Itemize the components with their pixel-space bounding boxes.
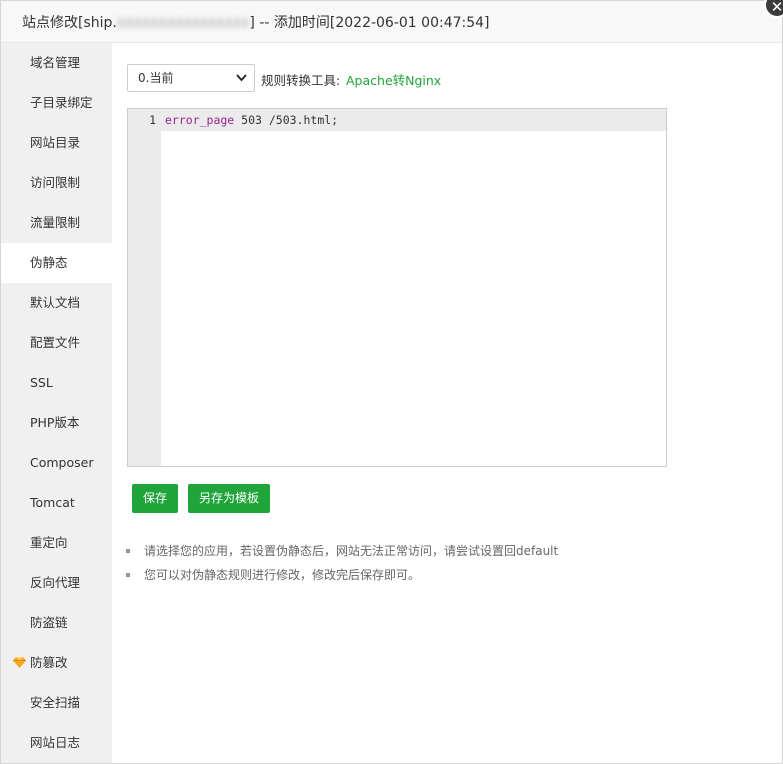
sidebar-item-hotlink[interactable]: 防盗链 bbox=[1, 603, 112, 643]
title-prefix: 站点修改[ship. bbox=[22, 15, 117, 31]
sidebar-item-reverse-proxy[interactable]: 反向代理 bbox=[1, 563, 112, 603]
sidebar-item-php-version[interactable]: PHP版本 bbox=[1, 403, 112, 443]
sidebar-item-tamper-proof[interactable]: 防篡改 bbox=[1, 643, 112, 683]
sidebar-item-label: 反向代理 bbox=[30, 575, 81, 590]
sidebar-item-tomcat[interactable]: Tomcat bbox=[1, 483, 112, 523]
sidebar-item-rewrite[interactable]: 伪静态 bbox=[1, 243, 112, 283]
title-blurred-domain: xxxxxxxxxxxxxxxx bbox=[116, 15, 250, 31]
gem-icon bbox=[13, 657, 26, 668]
sidebar-item-label: 子目录绑定 bbox=[30, 95, 93, 110]
sidebar-item-label: 域名管理 bbox=[30, 55, 81, 70]
rule-convert-label: 规则转换工具: bbox=[261, 73, 341, 88]
sidebar-item-label: 配置文件 bbox=[30, 335, 81, 350]
chevron-down-icon bbox=[236, 65, 247, 101]
sidebar-item-site-log[interactable]: 网站日志 bbox=[1, 723, 112, 763]
dialog-title: 站点修改[ship.xxxxxxxxxxxxxxxx] -- 添加时间[2022… bbox=[22, 12, 490, 32]
save-as-template-button[interactable]: 另存为模板 bbox=[188, 484, 270, 513]
code-editor[interactable]: 1 error_page 503 /503.html; bbox=[127, 108, 667, 467]
sidebar: 域名管理 子目录绑定 网站目录 访问限制 流量限制 伪静态 默认文档 配置文件 … bbox=[1, 43, 112, 763]
code-line: error_page 503 /503.html; bbox=[165, 113, 338, 127]
sidebar-item-access-limit[interactable]: 访问限制 bbox=[1, 163, 112, 203]
apache-to-nginx-link[interactable]: Apache转Nginx bbox=[346, 70, 441, 89]
sidebar-item-label: 默认文档 bbox=[30, 295, 81, 310]
tip-item: 您可以对伪静态规则进行修改，修改完后保存即可。 bbox=[126, 565, 558, 589]
tip-item: 请选择您的应用，若设置伪静态后，网站无法正常访问，请尝试设置回default bbox=[126, 541, 558, 565]
sidebar-item-domain[interactable]: 域名管理 bbox=[1, 43, 112, 83]
sidebar-item-subdir[interactable]: 子目录绑定 bbox=[1, 83, 112, 123]
code-text: 503 /503.html; bbox=[234, 113, 339, 127]
rewrite-panel: 0.当前 规则转换工具: Apache转Nginx 1 error_page 5… bbox=[112, 43, 782, 763]
rewrite-template-select[interactable]: 0.当前 bbox=[127, 64, 255, 92]
site-edit-dialog: 站点修改[ship.xxxxxxxxxxxxxxxx] -- 添加时间[2022… bbox=[0, 0, 783, 764]
tips-list: 请选择您的应用，若设置伪静态后，网站无法正常访问，请尝试设置回default 您… bbox=[126, 541, 558, 589]
sidebar-item-label: 网站日志 bbox=[30, 735, 81, 750]
sidebar-item-label: Composer bbox=[30, 455, 94, 470]
sidebar-item-security-scan[interactable]: 安全扫描 bbox=[1, 683, 112, 723]
sidebar-item-ssl[interactable]: SSL bbox=[1, 363, 112, 403]
sidebar-item-label: Tomcat bbox=[30, 495, 75, 510]
sidebar-item-label: 安全扫描 bbox=[30, 695, 81, 710]
sidebar-item-composer[interactable]: Composer bbox=[1, 443, 112, 483]
sidebar-item-traffic-limit[interactable]: 流量限制 bbox=[1, 203, 112, 243]
sidebar-item-config-file[interactable]: 配置文件 bbox=[1, 323, 112, 363]
line-number: 1 bbox=[149, 113, 156, 127]
code-keyword: error_page bbox=[165, 113, 235, 127]
sidebar-item-label: SSL bbox=[30, 375, 53, 390]
sidebar-item-label: 访问限制 bbox=[30, 175, 81, 190]
sidebar-item-label: 流量限制 bbox=[30, 215, 81, 230]
sidebar-item-label: 伪静态 bbox=[30, 255, 68, 270]
editor-gutter bbox=[128, 109, 161, 466]
sidebar-item-redirect[interactable]: 重定向 bbox=[1, 523, 112, 563]
sidebar-item-label: 重定向 bbox=[30, 535, 68, 550]
sidebar-item-label: 防盗链 bbox=[30, 615, 68, 630]
title-suffix: ] -- 添加时间[2022-06-01 00:47:54] bbox=[249, 15, 490, 31]
sidebar-item-default-doc[interactable]: 默认文档 bbox=[1, 283, 112, 323]
save-button[interactable]: 保存 bbox=[132, 484, 178, 513]
select-value: 0.当前 bbox=[138, 71, 174, 85]
sidebar-item-label: 防篡改 bbox=[30, 655, 68, 670]
sidebar-item-label: PHP版本 bbox=[30, 415, 80, 430]
sidebar-item-label: 网站目录 bbox=[30, 135, 81, 150]
sidebar-item-site-dir[interactable]: 网站目录 bbox=[1, 123, 112, 163]
dialog-titlebar: 站点修改[ship.xxxxxxxxxxxxxxxx] -- 添加时间[2022… bbox=[1, 1, 782, 43]
